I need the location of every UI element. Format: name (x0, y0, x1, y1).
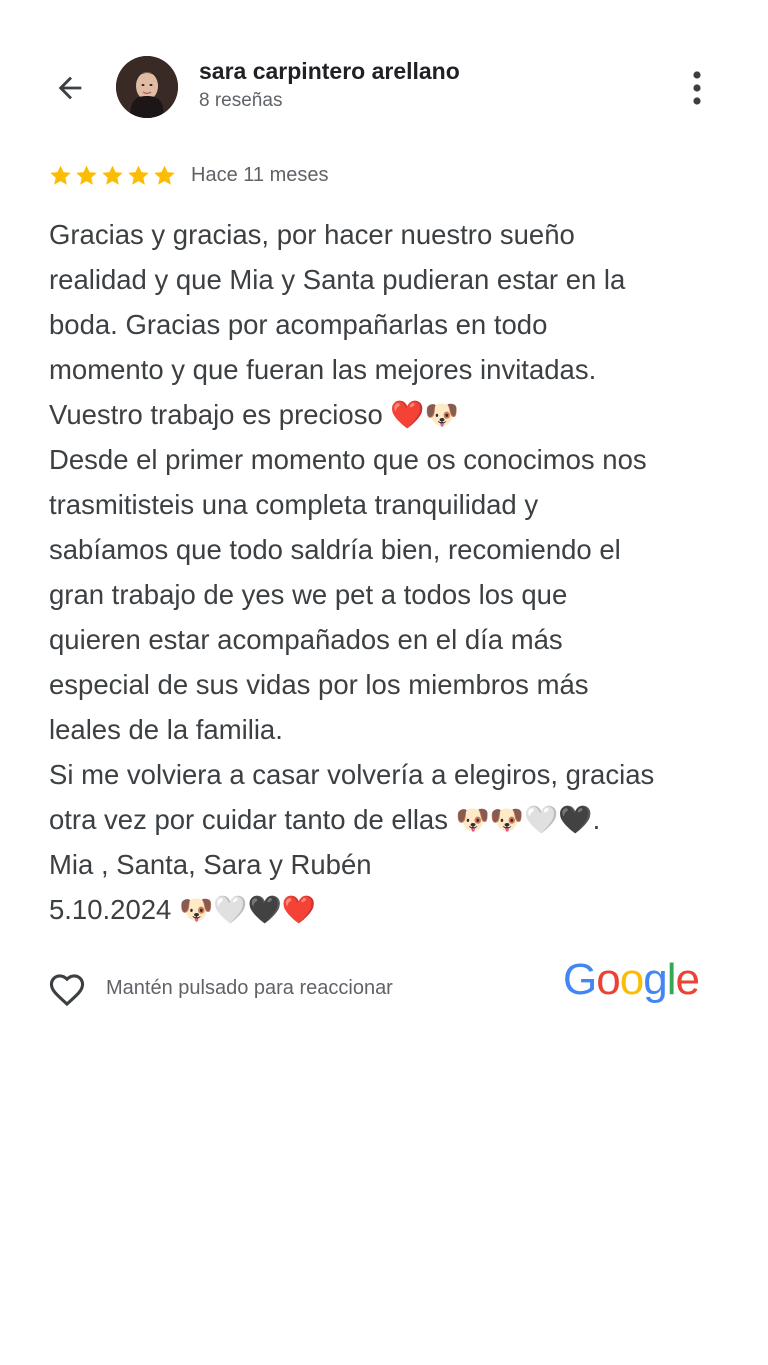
back-button[interactable] (44, 62, 96, 114)
arrow-left-icon (58, 76, 82, 100)
star-icon (128, 165, 149, 185)
review-line: trasmitisteis una completa tranquilidad … (49, 489, 539, 520)
star-icon (76, 165, 97, 185)
more-options-button[interactable] (676, 62, 718, 114)
avatar[interactable] (116, 56, 178, 118)
review-line: Desde el primer momento que os conocimos… (49, 444, 647, 475)
google-logo-letter: g (643, 955, 668, 1004)
rating-row: Hace 11 meses (48, 158, 328, 192)
reviews-count[interactable]: 8 reseñas (199, 90, 282, 112)
review-line: sabíamos que todo saldría bien, recomien… (49, 534, 621, 565)
review-line: quieren estar acompañados en el día más (49, 624, 563, 655)
review-line: especial de sus vidas por los miembros m… (49, 669, 589, 700)
review-line: Si me volviera a casar volvería a elegir… (49, 759, 655, 790)
review-line: Vuestro trabajo es precioso ❤️🐶 (49, 399, 459, 430)
google-logo-letter: l (666, 955, 677, 1004)
review-footer: Mantén pulsado para reaccionar Google (0, 955, 768, 1025)
reviewer-name[interactable]: sara carpintero arellano (199, 58, 460, 85)
star-rating (48, 163, 177, 188)
profile-photo (116, 56, 178, 118)
review-text: Gracias y gracias, por hacer nuestro sue… (49, 212, 729, 932)
review-line: 5.10.2024 🐶🤍🖤❤️ (49, 894, 316, 925)
review-line: leales de la familia. (49, 714, 283, 745)
star-icon (154, 165, 175, 185)
review-time: Hace 11 meses (191, 163, 329, 186)
review-line: Gracias y gracias, por hacer nuestro sue… (49, 219, 575, 250)
google-logo-letter: o (619, 955, 645, 1004)
review-line: gran trabajo de yes we pet a todos los q… (49, 579, 568, 610)
review-line: boda. Gracias por acompañarlas en todo (49, 309, 548, 340)
review-line: Mia , Santa, Sara y Rubén (49, 849, 372, 880)
more-vertical-icon (693, 71, 701, 105)
review-line: otra vez por cuidar tanto de ellas 🐶🐶🤍🖤. (49, 804, 601, 835)
react-label: Mantén pulsado para reaccionar (106, 976, 393, 999)
star-icon (50, 165, 71, 185)
review-line: momento y que fueran las mejores invitad… (49, 354, 597, 385)
react-button[interactable]: Mantén pulsado para reaccionar (46, 969, 393, 1007)
review-line: realidad y que Mia y Santa pudieran esta… (49, 264, 626, 295)
heart-outline-icon (49, 974, 85, 1007)
reviewer-header: sara carpintero arellano 8 reseñas (0, 40, 768, 136)
google-logo-letter: e (675, 955, 700, 1004)
google-logo-letter: o (596, 955, 621, 1004)
star-icon (102, 165, 123, 185)
google-logo: Google (563, 955, 700, 1005)
google-logo-letter: G (563, 955, 597, 1004)
